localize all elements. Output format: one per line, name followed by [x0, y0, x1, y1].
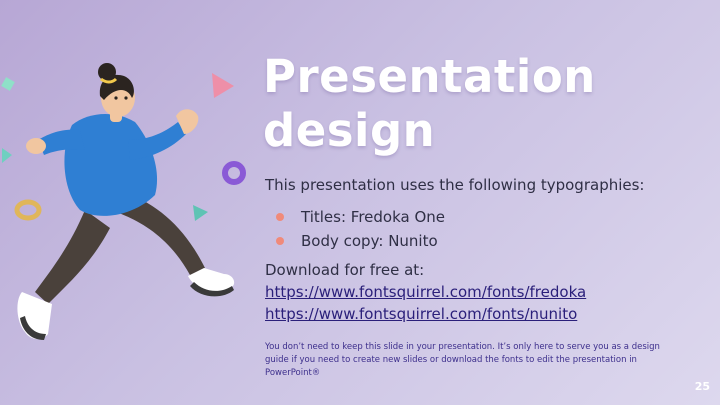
teal-triangle-icon [2, 148, 12, 163]
eye-left [114, 96, 118, 100]
font-title-label: Titles: Fredoka One [301, 208, 446, 226]
intro-text: This presentation uses the following typ… [265, 176, 645, 194]
eye-right [124, 96, 128, 100]
list-item: Body copy: Nunito [265, 230, 445, 254]
pink-triangle-icon [212, 73, 234, 98]
slide: Presentation design This presentation us… [0, 0, 720, 405]
sweater [64, 114, 158, 216]
bullet-icon [276, 213, 284, 221]
nunito-link[interactable]: https://www.fontsquirrel.com/fonts/nunit… [265, 305, 577, 323]
mint-cube-icon [1, 77, 15, 91]
teal-triangle-icon [193, 205, 208, 221]
list-item: Titles: Fredoka One [265, 206, 445, 230]
font-list: Titles: Fredoka One Body copy: Nunito [265, 206, 445, 254]
running-person-illustration [1, 63, 246, 340]
bullet-icon [276, 237, 284, 245]
page-number: 25 [694, 380, 710, 393]
footnote: You don’t need to keep this slide in you… [265, 342, 660, 378]
gold-ring-icon [14, 199, 42, 221]
fredoka-link[interactable]: https://www.fontsquirrel.com/fonts/fredo… [265, 283, 586, 301]
hair-bun [98, 63, 116, 81]
back-hand [26, 138, 46, 154]
slide-title: Presentation design [263, 50, 596, 157]
back-leg [35, 210, 110, 304]
download-label: Download for free at: [265, 261, 425, 279]
purple-ring-icon [222, 161, 246, 185]
font-body-label: Body copy: Nunito [301, 232, 438, 250]
